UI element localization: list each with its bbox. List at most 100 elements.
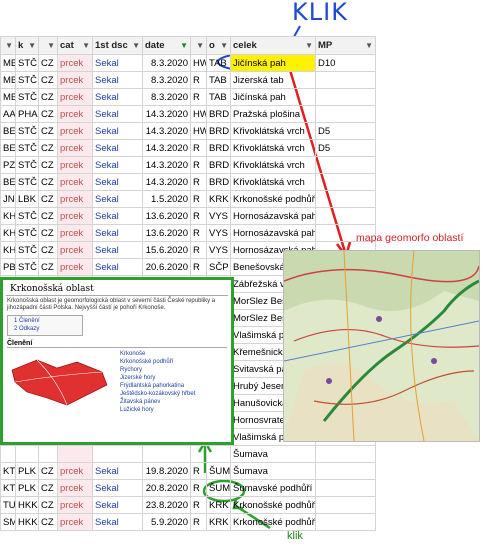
cat-cell[interactable]: prcek	[57, 190, 93, 208]
cat-cell[interactable]: prcek	[57, 105, 93, 123]
mp-cell[interactable]	[315, 445, 376, 463]
celek-cell[interactable]: Jičínská pah	[230, 54, 316, 72]
country-cell[interactable]: CZ	[38, 139, 58, 157]
dsc-cell[interactable]: Sekal	[92, 513, 143, 531]
dsc-cell[interactable]: Sekal	[92, 71, 143, 89]
dsc-cell[interactable]: Sekal	[92, 462, 143, 480]
toc-item[interactable]: 2 Odkazy	[14, 326, 76, 333]
date-cell[interactable]: 14.3.2020	[142, 139, 191, 157]
dsc-cell[interactable]: Sekal	[92, 190, 143, 208]
wiki-list-item[interactable]: Frýdlantská pahorkatina	[120, 383, 195, 390]
dsc-cell[interactable]: Sekal	[92, 479, 143, 497]
cat-cell[interactable]: prcek	[57, 479, 93, 497]
col-header-c[interactable]: ▼	[38, 36, 58, 55]
mp-cell[interactable]	[315, 479, 376, 497]
col-header-mp[interactable]: MP ▼	[315, 36, 376, 55]
type-cell[interactable]: R	[190, 513, 207, 531]
cat-cell[interactable]: prcek	[57, 156, 93, 174]
celek-cell[interactable]: Křivoklátská vrch	[230, 139, 316, 157]
celek-cell[interactable]: Krkonošské podhůří	[230, 513, 316, 531]
country-cell[interactable]: CZ	[38, 88, 58, 106]
mp-cell[interactable]: D5	[315, 139, 376, 157]
cat-cell[interactable]: prcek	[57, 139, 93, 157]
date-cell[interactable]: 5.9.2020	[142, 513, 191, 531]
toc-item[interactable]: 1 Členění	[14, 318, 76, 325]
region-cell[interactable]: STČ	[15, 156, 39, 174]
dsc-cell[interactable]	[92, 445, 143, 463]
mp-cell[interactable]	[315, 462, 376, 480]
region-cell[interactable]: STČ	[15, 139, 39, 157]
col-header-date[interactable]: date ▼	[142, 36, 191, 55]
country-cell[interactable]: CZ	[38, 224, 58, 242]
region-cell[interactable]: STČ	[15, 122, 39, 140]
type-cell[interactable]: HW	[190, 54, 207, 72]
district-cell[interactable]	[0, 445, 16, 463]
type-cell[interactable]: R	[190, 139, 207, 157]
dsc-cell[interactable]: Sekal	[92, 241, 143, 259]
unit-cell[interactable]: SČP	[206, 258, 231, 276]
country-cell[interactable]: CZ	[38, 173, 58, 191]
cat-cell[interactable]	[57, 445, 93, 463]
region-cell[interactable]: PHA	[15, 105, 39, 123]
table-row[interactable]: TU HKK CZ prcek Sekal 23.8.2020 R KRK Krkonošské…	[0, 496, 376, 514]
country-cell[interactable]: CZ	[38, 54, 58, 72]
table-row[interactable]: PZ STČ CZ prcek Sekal 14.3.2020 R BRD Křivokláts…	[0, 156, 376, 174]
table-row[interactable]: BESTČCZprcekSekal14.3.2020HWBRDKřivoklát…	[0, 122, 376, 140]
date-cell[interactable]: 15.6.2020	[142, 241, 191, 259]
unit-cell[interactable]: TAB	[206, 71, 231, 89]
type-cell[interactable]: R	[190, 462, 207, 480]
date-cell[interactable]: 14.3.2020	[142, 105, 191, 123]
date-cell[interactable]: 1.5.2020	[142, 190, 191, 208]
cat-cell[interactable]: prcek	[57, 258, 93, 276]
district-cell[interactable]: MB	[0, 54, 16, 72]
region-cell[interactable]: LBK	[15, 190, 39, 208]
cat-cell[interactable]: prcek	[57, 513, 93, 531]
mp-cell[interactable]	[315, 513, 376, 531]
district-cell[interactable]: JN	[0, 190, 16, 208]
celek-cell[interactable]: Křivoklátská vrch	[230, 122, 316, 140]
region-cell[interactable]: STČ	[15, 241, 39, 259]
table-row[interactable]: JN LBK CZ prcek Sekal 1.5.2020 R KRK Krkonošské …	[0, 190, 376, 208]
unit-cell[interactable]: KRK	[206, 496, 231, 514]
table-row[interactable]: MBSTČCZprcekSekal8.3.2020HWTABJičínská p…	[0, 54, 376, 72]
type-cell[interactable]: R	[190, 71, 207, 89]
dsc-cell[interactable]: Sekal	[92, 258, 143, 276]
type-cell[interactable]: R	[190, 479, 207, 497]
table-row[interactable]: MBSTČCZprcekSekal8.3.2020RTABJizerská ta…	[0, 71, 376, 89]
celek-cell[interactable]: Hornosázavská pah	[230, 207, 316, 225]
col-header-celek[interactable]: celek ▼	[230, 36, 316, 55]
unit-cell[interactable]: BRD	[206, 122, 231, 140]
cat-cell[interactable]: prcek	[57, 173, 93, 191]
cat-cell[interactable]: prcek	[57, 122, 93, 140]
date-cell[interactable]: 14.3.2020	[142, 156, 191, 174]
unit-cell[interactable]: ŠUM	[206, 479, 231, 497]
unit-cell[interactable]: VYS	[206, 224, 231, 242]
unit-cell[interactable]: TAB	[206, 54, 231, 72]
cat-cell[interactable]: prcek	[57, 88, 93, 106]
region-cell[interactable]: PLK	[15, 479, 39, 497]
district-cell[interactable]: SM	[0, 513, 16, 531]
country-cell[interactable]: CZ	[38, 462, 58, 480]
type-cell[interactable]: R	[190, 173, 207, 191]
celek-cell[interactable]: Jizerská tab	[230, 71, 316, 89]
date-cell[interactable]: 13.6.2020	[142, 207, 191, 225]
district-cell[interactable]: TU	[0, 496, 16, 514]
date-cell[interactable]: 8.3.2020	[142, 88, 191, 106]
country-cell[interactable]: CZ	[38, 241, 58, 259]
date-cell[interactable]: 8.3.2020	[142, 54, 191, 72]
unit-cell[interactable]: BRD	[206, 156, 231, 174]
unit-cell[interactable]: BRD	[206, 105, 231, 123]
type-cell[interactable]: R	[190, 496, 207, 514]
district-cell[interactable]: BE	[0, 122, 16, 140]
cat-cell[interactable]: prcek	[57, 496, 93, 514]
col-header-cat[interactable]: cat ▼	[57, 36, 93, 55]
district-cell[interactable]: AA	[0, 105, 16, 123]
celek-cell[interactable]: Křivoklátská vrch	[230, 156, 316, 174]
table-row[interactable]: BE STČ CZ prcek Sekal 14.3.2020 R BRD Křivokláts…	[0, 139, 376, 157]
country-cell[interactable]: CZ	[38, 207, 58, 225]
table-row[interactable]: KH STČ CZ prcek Sekal 13.6.2020 R VYS Hornosázav…	[0, 207, 376, 225]
type-cell[interactable]	[190, 445, 207, 463]
col-header-o[interactable]: o ▼	[206, 36, 231, 55]
region-cell[interactable]: STČ	[15, 54, 39, 72]
country-cell[interactable]: CZ	[38, 258, 58, 276]
